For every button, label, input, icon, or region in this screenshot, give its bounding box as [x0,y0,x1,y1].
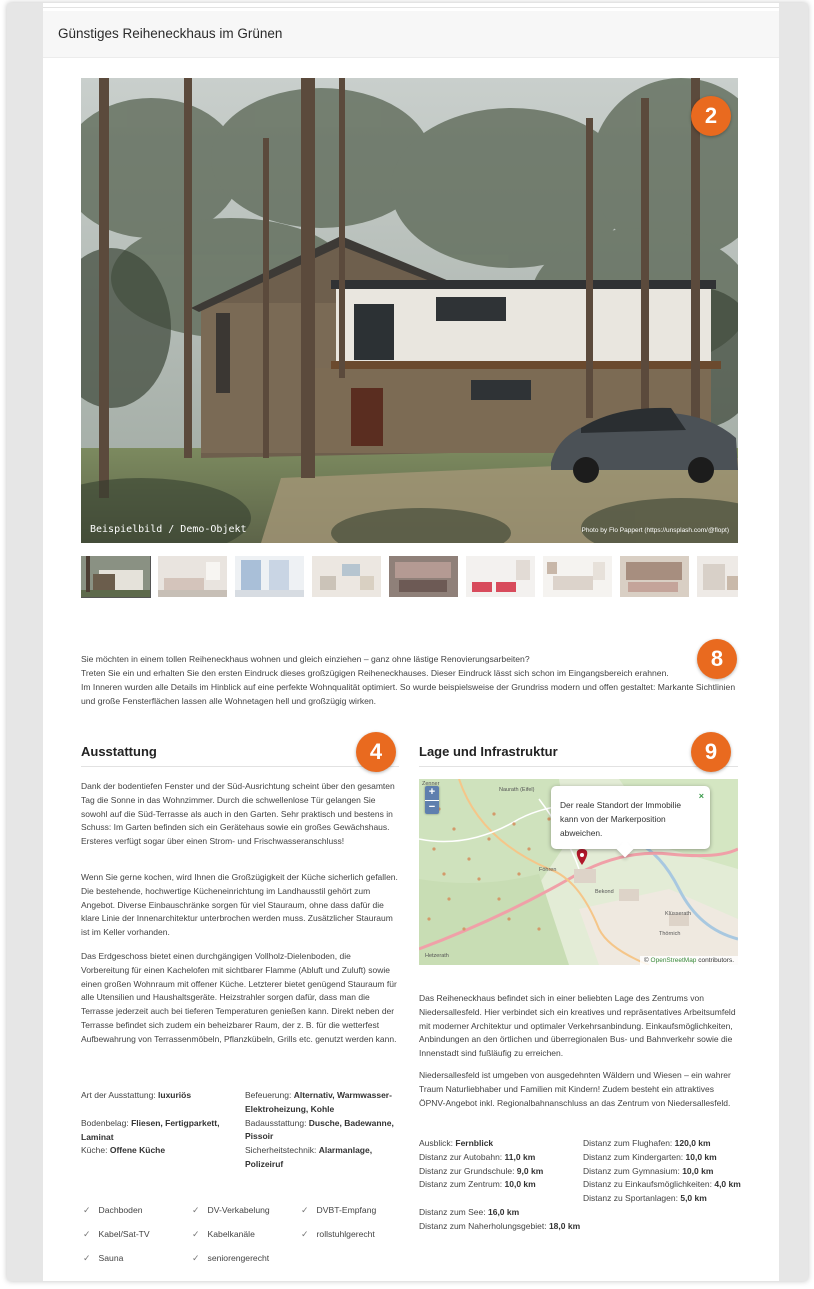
ausstattung-paragraph: Dank der bodentiefen Fenster und der Süd… [81,781,395,847]
fact-item: Art der Ausstattung: luxuriös [81,1090,192,1100]
fact-list: Befeuerung: Alternativ, Warmwasser-Elekt… [245,1089,405,1172]
thumbnail[interactable] [543,556,612,597]
fact-item: Küche: Offene Küche [81,1145,166,1156]
feature-item: ✓ Kabelkanäle [192,1229,255,1239]
fact-item: Distanz zu Sportanlagen: 5,0 km [583,1193,707,1204]
fact-item: Befeuerung: Alternativ, Warmwasser-Elekt… [245,1090,392,1114]
intro-line: Treten Sie ein und erhalten Sie den erst… [81,668,669,678]
feature-item: ✓ DVBT-Empfang [301,1205,377,1215]
feature-item: ✓ rollstuhlgerecht [301,1229,375,1239]
fact-item: Distanz zur Autobahn: 11,0 km [419,1151,536,1162]
map-place-label: Klüsserath [665,911,691,917]
lage-paragraph: Das Reiheneckhaus befindet sich in einer… [419,993,736,1059]
thumbnail[interactable] [158,556,227,597]
thumbnail[interactable] [620,556,689,597]
image-caption: Beispielbild / Demo-Objekt [90,524,247,535]
map-attribution: © OpenStreetMap contributors. [639,956,738,965]
fact-item: Distanz zum See: 16,0 km [419,1207,520,1218]
page-title: Günstiges Reiheneckhaus im Grünen [58,26,283,41]
thumbnail[interactable] [312,556,381,597]
fact-item: Distanz zum Kindergarten: 10,0 km [583,1151,717,1162]
fact-item: Distanz zum Zentrum: 10,0 km [419,1179,536,1190]
osm-link[interactable]: OpenStreetMap [651,957,697,964]
step-badge: 4 [356,732,396,772]
zoom-in-button[interactable]: + [425,786,439,800]
step-badge: 8 [697,639,737,679]
map-place-label: Naurath (Eifel) [499,787,535,793]
fact-list: Distanz zum Flughafen: 120,0 km Distanz … [583,1137,743,1206]
thumbnail[interactable] [466,556,535,597]
map-place-label: Zenner [422,781,440,787]
check-icon: ✓ [192,1229,200,1239]
fact-item: Sicherheitstechnik: Alarmanlage, Polizei… [245,1145,373,1169]
fact-item: Distanz zur Grundschule: 9,0 km [419,1165,544,1176]
house-photo [81,78,738,543]
thumbnail[interactable] [697,556,738,597]
thumbnail-strip [81,556,738,598]
map-place-label: Hetzerath [425,953,449,959]
property-page: Günstiges Reiheneckhaus im Grünen Beispi… [43,3,779,1281]
check-icon: ✓ [301,1205,309,1215]
zoom-control: + − [425,786,439,814]
feature-item: ✓ DV-Verkabelung [192,1205,270,1215]
check-icon: ✓ [83,1205,91,1215]
intro-text: Sie möchten in einem tollen Reiheneckhau… [81,652,751,708]
ausstattung-paragraph: Das Erdgeschoss bietet einen durchgängig… [81,951,397,1044]
thumbnail[interactable] [389,556,458,597]
hero-image[interactable]: Beispielbild / Demo-Objekt Photo by Flo … [81,78,738,543]
feature-item: ✓ Sauna [83,1253,124,1263]
check-icon: ✓ [83,1253,91,1263]
fact-item: Ausblick: Fernblick [419,1138,494,1148]
thumbnail[interactable] [235,556,304,597]
feature-item: ✓ Dachboden [83,1205,143,1215]
feature-item: ✓ seniorengerecht [192,1253,270,1263]
fact-item: Bodenbelag: Fliesen, Fertigparkett, Lami… [81,1117,220,1142]
title-bar: Günstiges Reiheneckhaus im Grünen [43,11,779,58]
intro-line: Im Inneren wurden alle Details im Hinbli… [81,682,736,706]
intro-line: Sie möchten in einem tollen Reiheneckhau… [81,654,530,664]
section-heading: Lage und Infrastruktur [419,744,558,759]
fact-list: Art der Ausstattung: luxuriös Bodenbelag… [81,1089,231,1158]
map-place-label: Bekond [595,889,614,895]
section-divider [419,766,738,767]
popup-close-icon[interactable]: × [699,789,704,803]
step-badge: 2 [691,96,731,136]
map-popup: × Der reale Standort der Immobilie kann … [551,786,710,858]
check-icon: ✓ [301,1229,309,1239]
popup-text: Der reale Standort der Immobilie kann vo… [560,800,682,838]
fact-item: Distanz zum Flughafen: 120,0 km [583,1138,711,1148]
check-icon: ✓ [192,1205,200,1215]
top-divider [43,7,779,8]
fact-item: Distanz zum Naherholungsgebiet: 18,0 km [419,1220,581,1231]
location-map[interactable]: + − Zenner Naurath (Eifel) Föhren Bekond… [419,779,738,965]
feature-item: ✓ Kabel/Sat-TV [83,1229,150,1239]
zoom-out-button[interactable]: − [425,800,439,814]
browser-frame: Günstiges Reiheneckhaus im Grünen Beispi… [7,3,808,1281]
lage-paragraph: Niedersallesfeld ist umgeben von ausgede… [419,1070,731,1108]
map-place-label: Föhren [539,867,557,873]
fact-item: Distanz zum Gymnasium: 10,0 km [583,1165,714,1176]
fact-item: Badausstattung: Dusche, Badewanne, Pisso… [245,1117,394,1142]
check-icon: ✓ [83,1229,91,1239]
map-place-label: Thörnich [659,931,681,937]
section-heading: Ausstattung [81,744,157,759]
photo-credit: Photo by Flo Pappert (https://unsplash.c… [581,527,729,534]
fact-item: Distanz zu Einkaufsmöglichkeiten: 4,0 km [583,1179,741,1190]
fact-list: Ausblick: Fernblick Distanz zur Autobahn… [419,1137,584,1234]
check-icon: ✓ [192,1253,200,1263]
step-badge: 9 [691,732,731,772]
section-divider [81,766,399,767]
ausstattung-paragraph: Wenn Sie gerne kochen, wird Ihnen die Gr… [81,872,398,938]
thumbnail[interactable] [81,556,151,598]
